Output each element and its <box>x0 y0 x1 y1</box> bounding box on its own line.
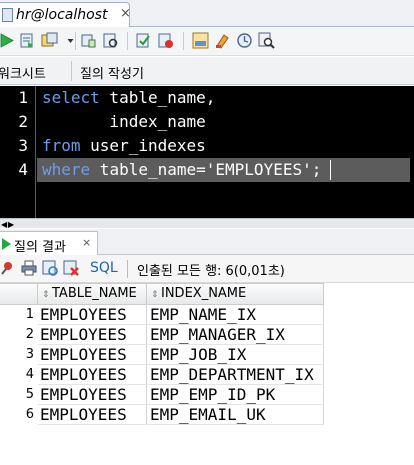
text-caret <box>330 160 331 180</box>
row-number: 6 <box>25 407 34 422</box>
sort-icon[interactable]: ⇕ <box>151 285 159 305</box>
cell-index-name[interactable]: EMP_JOB_IX <box>147 345 324 365</box>
connection-tab[interactable]: hr@localhost × <box>0 2 131 27</box>
tab-query-result[interactable]: 질의 결과 × <box>0 231 98 255</box>
sql-tuning-icon[interactable] <box>192 32 209 49</box>
toolbar-divider <box>127 260 128 278</box>
row-number-header <box>0 283 38 305</box>
toolbar-divider <box>183 32 184 50</box>
cell-table-name[interactable]: EMPLOYEES <box>38 345 147 365</box>
pin-icon[interactable] <box>0 260 16 276</box>
sql-keyword: where <box>42 160 91 179</box>
toolbar-divider <box>75 32 76 50</box>
cell-index-name[interactable]: EMP_MANAGER_IX <box>147 325 324 345</box>
row-number: 5 <box>25 387 34 402</box>
table-row[interactable]: 6 EMPLOYEES EMP_EMAIL_UK <box>0 405 414 425</box>
row-number: 3 <box>25 347 34 362</box>
commit-icon[interactable] <box>41 32 58 49</box>
results-toolbar: SQL 인출된 모든 행: 6(0,01초) <box>0 255 414 283</box>
close-tab-icon[interactable]: × <box>120 6 131 21</box>
commit-icon[interactable] <box>135 32 152 49</box>
sort-icon[interactable]: ⇕ <box>42 285 50 305</box>
line-number: 4 <box>18 160 28 179</box>
find-icon[interactable] <box>258 32 275 49</box>
cell-table-name[interactable]: EMPLOYEES <box>38 305 147 325</box>
cell-index-name[interactable]: EMP_EMP_ID_PK <box>147 385 324 405</box>
fetch-status-text: 인출된 모든 행: 6(0,01초) <box>137 264 285 279</box>
sql-keyword: from <box>42 136 81 155</box>
connection-tab-title: hr@localhost <box>16 7 108 23</box>
collapse-up-icon[interactable]: ◀ <box>1 220 7 229</box>
cell-table-name[interactable]: EMPLOYEES <box>38 405 147 425</box>
code-line[interactable]: index_name <box>42 110 206 134</box>
line-number-gutter: 1 2 3 4 <box>0 86 36 218</box>
results-grid[interactable]: ⇕ TABLE_NAME ⇕ INDEX_NAME 1 EMPLOYEES EMP_… <box>0 283 414 465</box>
grid-header: ⇕ TABLE_NAME ⇕ INDEX_NAME <box>0 283 414 305</box>
row-number: 2 <box>25 327 34 342</box>
row-number: 1 <box>25 307 34 322</box>
column-header-table-name[interactable]: ⇕ TABLE_NAME <box>38 283 147 305</box>
column-header-label: TABLE_NAME <box>52 286 137 301</box>
explain-plan-icon[interactable] <box>102 32 119 49</box>
table-row[interactable]: 4 EMPLOYEES EMP_DEPARTMENT_IX <box>0 365 414 385</box>
cell-index-name[interactable]: EMP_DEPARTMENT_IX <box>147 365 324 385</box>
autotrace-icon[interactable] <box>80 32 97 49</box>
cell-table-name[interactable]: EMPLOYEES <box>38 365 147 385</box>
column-header-index-name[interactable]: ⇕ INDEX_NAME <box>147 283 324 305</box>
clear-icon[interactable] <box>214 32 231 49</box>
cell-table-name[interactable]: EMPLOYEES <box>38 385 147 405</box>
worksheet-toolbar <box>0 27 414 56</box>
code-line[interactable]: select table_name, <box>42 86 215 110</box>
row-number: 4 <box>25 367 34 382</box>
tab-worksheet[interactable]: 워크시트 <box>0 63 46 82</box>
sql-text: table_name, <box>99 88 216 107</box>
line-number: 3 <box>18 136 28 155</box>
run-result-icon <box>2 238 11 250</box>
toolbar-divider <box>127 32 128 50</box>
document-tab-bar: hr@localhost × <box>0 0 414 27</box>
column-header-label: INDEX_NAME <box>161 286 247 301</box>
run-statement-icon[interactable] <box>0 32 17 49</box>
tab-query-builder[interactable]: 질의 작성기 <box>80 63 144 82</box>
cell-index-name[interactable]: EMP_NAME_IX <box>147 305 324 325</box>
line-number: 2 <box>18 112 28 131</box>
table-row[interactable]: 3 EMPLOYEES EMP_JOB_IX <box>0 345 414 365</box>
sql-text: table_name='EMPLOYEES'; <box>90 160 322 179</box>
cell-table-name[interactable]: EMPLOYEES <box>38 325 147 345</box>
cell-index-name[interactable]: EMP_EMAIL_UK <box>147 405 324 425</box>
worksheet-tabs: 워크시트 질의 작성기 <box>0 57 414 85</box>
tab-divider <box>71 61 72 81</box>
chevron-down-icon[interactable] <box>62 32 74 49</box>
line-number: 1 <box>18 88 28 107</box>
history-icon[interactable] <box>236 32 253 49</box>
sql-button[interactable]: SQL <box>90 260 118 276</box>
query-result-label: 질의 결과 <box>14 240 66 255</box>
table-row[interactable]: 5 EMPLOYEES EMP_EMP_ID_PK <box>0 385 414 405</box>
collapse-down-icon[interactable]: ▶ <box>8 220 14 229</box>
results-tab-bar: 질의 결과 × <box>0 229 414 255</box>
pane-splitter[interactable]: ◀ ▶ <box>0 218 414 229</box>
table-row[interactable]: 2 EMPLOYEES EMP_MANAGER_IX <box>0 325 414 345</box>
sql-editor[interactable]: 1 2 3 4 select table_name, index_name fr… <box>0 86 414 218</box>
code-line[interactable]: where table_name='EMPLOYEES'; <box>42 158 321 182</box>
sql-file-icon <box>2 8 13 22</box>
print-icon[interactable] <box>21 260 37 276</box>
table-row[interactable]: 1 EMPLOYEES EMP_NAME_IX <box>0 305 414 325</box>
refresh-icon[interactable] <box>42 260 58 276</box>
close-result-tab-icon[interactable]: × <box>82 236 91 249</box>
run-script-icon[interactable] <box>19 32 36 49</box>
rollback-icon[interactable] <box>157 32 174 49</box>
cancel-query-icon[interactable] <box>63 260 79 276</box>
sql-keyword: select <box>42 88 100 107</box>
code-line[interactable]: from user_indexes <box>42 134 206 158</box>
sql-text: index_name <box>42 112 206 131</box>
sql-text: user_indexes <box>80 136 206 155</box>
